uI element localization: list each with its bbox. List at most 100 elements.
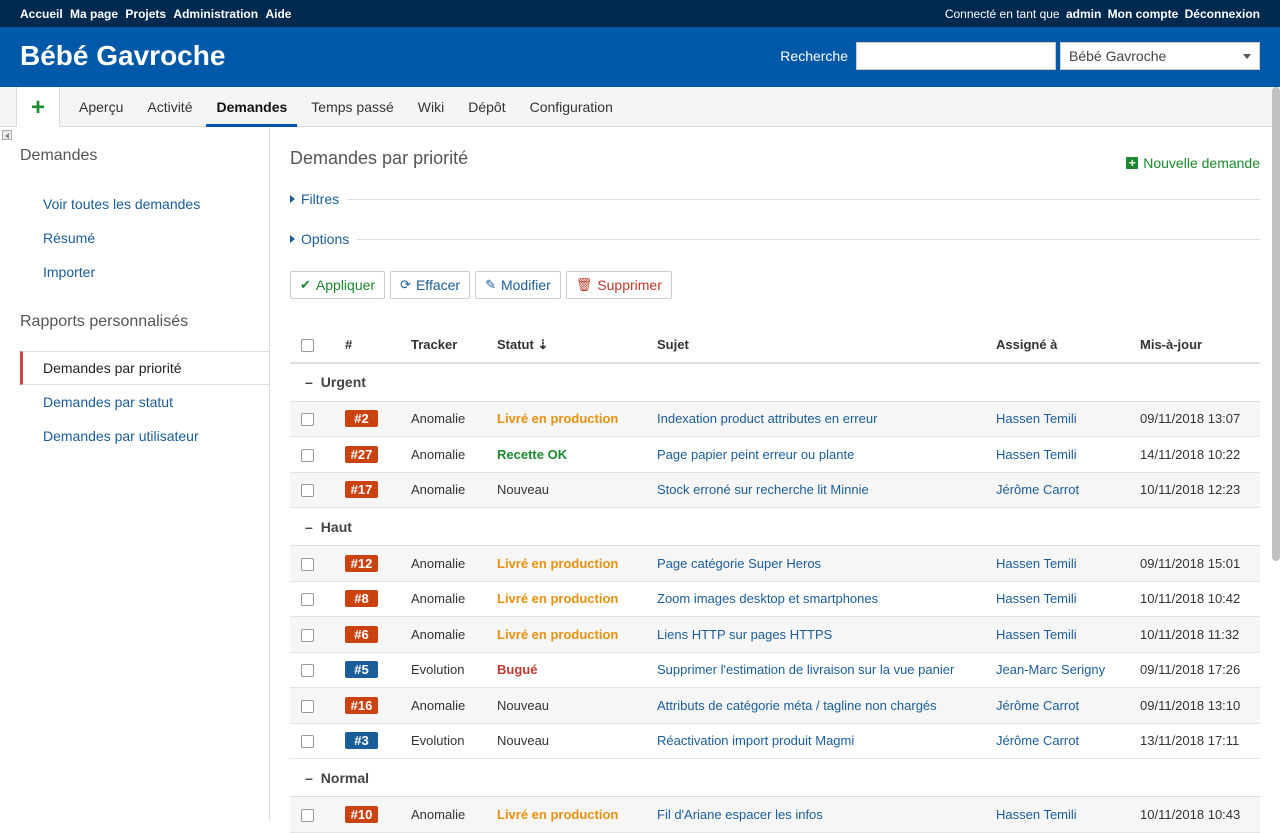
column-header-subject[interactable]: Sujet <box>656 327 995 364</box>
row-checkbox[interactable] <box>301 735 314 749</box>
issue-subject-link[interactable]: Indexation product attributes en erreur <box>657 411 877 426</box>
column-header-tracker[interactable]: Tracker <box>410 327 496 364</box>
assignee-link[interactable]: Hassen Temili <box>996 591 1077 606</box>
issue-id-link[interactable]: #2 <box>345 410 378 428</box>
issue-id-link[interactable]: #10 <box>345 805 378 823</box>
group-row[interactable]: – Normal <box>290 758 1260 797</box>
tab-overview[interactable]: Aperçu <box>69 87 133 126</box>
issue-subject-link[interactable]: Supprimer l'estimation de livraison sur … <box>657 662 954 677</box>
assignee-link[interactable]: Jérôme Carrot <box>996 733 1079 748</box>
apply-button[interactable]: ✔ Appliquer <box>290 271 386 299</box>
table-row[interactable]: #12 Anomalie Livré en production Page catég… <box>290 545 1260 582</box>
scrollbar[interactable] <box>1272 87 1280 561</box>
clear-button[interactable]: ⟳ Effacer <box>390 271 471 299</box>
new-object-button[interactable]: + <box>16 87 60 128</box>
id-cell: #16 <box>344 687 410 724</box>
assignee-link[interactable]: Hassen Temili <box>996 807 1077 822</box>
assignee-link[interactable]: Hassen Temili <box>996 411 1077 426</box>
issue-id-link[interactable]: #3 <box>345 732 378 750</box>
tab-wiki[interactable]: Wiki <box>408 87 454 126</box>
table-row[interactable]: #3 Evolution Nouveau Réactivation import pr… <box>290 723 1260 759</box>
options-fieldset[interactable]: Options <box>290 229 1260 249</box>
issue-subject-link[interactable]: Zoom images desktop et smartphones <box>657 591 878 606</box>
top-link-administration[interactable]: Administration <box>173 7 258 21</box>
issue-subject-link[interactable]: Page catégorie Super Heros <box>657 556 821 571</box>
issue-id-link[interactable]: #17 <box>345 481 378 499</box>
row-checkbox[interactable] <box>301 448 314 462</box>
issue-id-link[interactable]: #5 <box>345 661 378 679</box>
assignee-link[interactable]: Jean-Marc Serigny <box>996 662 1105 677</box>
modify-button[interactable]: ✎ Modifier <box>475 271 561 299</box>
tab-issues[interactable]: Demandes <box>206 87 298 127</box>
my-account-link[interactable]: Mon compte <box>1108 7 1179 21</box>
logout-link[interactable]: Déconnexion <box>1185 7 1260 21</box>
row-checkbox[interactable] <box>301 484 314 498</box>
column-header-updated[interactable]: Mis-à-jour <box>1139 327 1260 364</box>
issue-id-link[interactable]: #16 <box>345 696 378 714</box>
top-link-help[interactable]: Aide <box>265 7 291 21</box>
sidebar-collapse-icon[interactable] <box>2 130 12 140</box>
tab-settings[interactable]: Configuration <box>520 87 623 126</box>
column-header-status[interactable]: Statut ⇣ <box>496 327 656 364</box>
collapse-icon[interactable]: – <box>305 770 313 786</box>
issue-id-link[interactable]: #6 <box>345 625 378 643</box>
issue-subject-link[interactable]: Liens HTTP sur pages HTTPS <box>657 627 832 642</box>
column-header-id[interactable]: # <box>344 327 410 364</box>
search-input[interactable] <box>856 42 1056 70</box>
select-all-checkbox[interactable] <box>301 339 314 353</box>
issue-id-link[interactable]: #27 <box>345 445 378 463</box>
assignee-link[interactable]: Jérôme Carrot <box>996 698 1079 713</box>
issue-id-link[interactable]: #12 <box>345 554 378 572</box>
issue-subject-link[interactable]: Réactivation import produit Magmi <box>657 733 854 748</box>
issue-subject-link[interactable]: Attributs de catégorie méta / tagline no… <box>657 698 937 713</box>
filters-fieldset[interactable]: Filtres <box>290 189 1260 209</box>
tab-activity[interactable]: Activité <box>137 87 202 126</box>
table-row[interactable]: #2 Anomalie Livré en production Indexation … <box>290 401 1260 437</box>
column-header-assigned[interactable]: Assigné à <box>995 327 1139 364</box>
sidebar-link-all-issues[interactable]: Voir toutes les demandes <box>43 196 200 212</box>
issue-subject-link[interactable]: Fil d'Ariane espacer les infos <box>657 807 823 822</box>
sidebar-query-by-priority[interactable]: Demandes par priorité <box>20 351 269 385</box>
row-checkbox[interactable] <box>301 413 314 427</box>
tracker-cell: Anomalie <box>410 796 496 833</box>
project-jump-select[interactable]: Bébé Gavroche <box>1060 42 1260 70</box>
row-checkbox[interactable] <box>301 699 314 713</box>
user-link[interactable]: admin <box>1066 7 1101 21</box>
collapse-icon[interactable]: – <box>305 519 313 535</box>
sidebar-link-summary[interactable]: Résumé <box>43 230 95 246</box>
sidebar-query-link[interactable]: Demandes par statut <box>43 394 173 410</box>
assignee-link[interactable]: Hassen Temili <box>996 556 1077 571</box>
updated-cell: 10/11/2018 11:32 <box>1139 616 1260 653</box>
table-row[interactable]: #16 Anomalie Nouveau Attributs de catégorie… <box>290 687 1260 724</box>
table-row[interactable]: #6 Anomalie Livré en production Liens HTTP … <box>290 616 1260 653</box>
id-cell: #2 <box>344 401 410 437</box>
assignee-link[interactable]: Jérôme Carrot <box>996 482 1079 497</box>
tab-time-entries[interactable]: Temps passé <box>301 87 403 126</box>
group-row[interactable]: – Haut <box>290 507 1260 546</box>
tab-repository[interactable]: Dépôt <box>458 87 515 126</box>
top-link-home[interactable]: Accueil <box>20 7 63 21</box>
table-row[interactable]: #17 Anomalie Nouveau Stock erroné sur reche… <box>290 472 1260 508</box>
group-row[interactable]: – Urgent <box>290 363 1260 402</box>
table-row[interactable]: #10 Anomalie Livré en production Fil d'Aria… <box>290 796 1260 833</box>
row-checkbox[interactable] <box>301 808 314 822</box>
new-issue-link[interactable]: + Nouvelle demande <box>1126 155 1260 171</box>
sidebar-link-import[interactable]: Importer <box>43 264 95 280</box>
row-checkbox[interactable] <box>301 628 314 642</box>
top-link-projects[interactable]: Projets <box>125 7 166 21</box>
assignee-link[interactable]: Hassen Temili <box>996 627 1077 642</box>
collapse-icon[interactable]: – <box>305 374 313 390</box>
sidebar-query-link[interactable]: Demandes par utilisateur <box>43 428 199 444</box>
table-row[interactable]: #5 Evolution Bugué Supprimer l'estimation d… <box>290 652 1260 688</box>
table-row[interactable]: #27 Anomalie Recette OK Page papier peint e… <box>290 436 1260 473</box>
issue-subject-link[interactable]: Stock erroné sur recherche lit Minnie <box>657 482 869 497</box>
table-row[interactable]: #8 Anomalie Livré en production Zoom images… <box>290 581 1260 617</box>
row-checkbox[interactable] <box>301 557 314 571</box>
issue-id-link[interactable]: #8 <box>345 590 378 608</box>
issue-subject-link[interactable]: Page papier peint erreur ou plante <box>657 447 854 462</box>
assignee-link[interactable]: Hassen Temili <box>996 447 1077 462</box>
row-checkbox[interactable] <box>301 593 314 607</box>
top-link-my-page[interactable]: Ma page <box>70 7 118 21</box>
row-checkbox[interactable] <box>301 664 314 678</box>
delete-button[interactable]: 🗑 Supprimer <box>565 271 672 299</box>
